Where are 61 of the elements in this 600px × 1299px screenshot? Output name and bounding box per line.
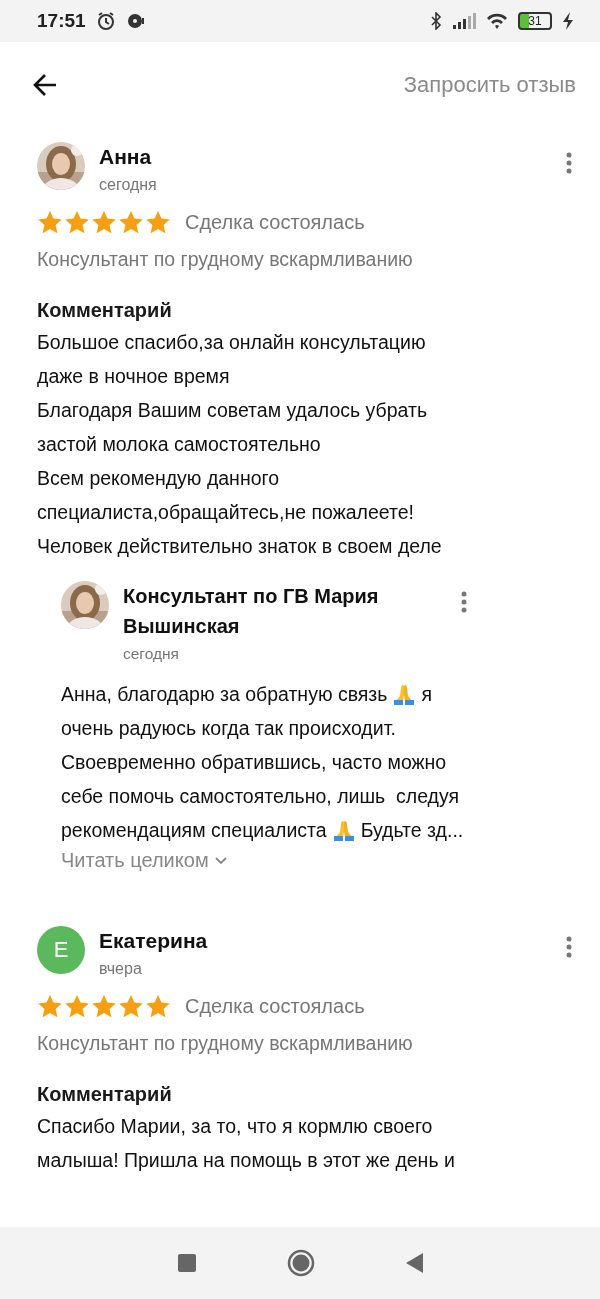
bluetooth-icon bbox=[429, 12, 443, 30]
more-icon bbox=[461, 591, 467, 613]
more-icon bbox=[566, 152, 572, 174]
reply-text: себе помочь самостоятельно, лишь следуя bbox=[61, 784, 460, 809]
comment-heading: Комментарий bbox=[37, 298, 173, 323]
reply-date: сегодня bbox=[123, 644, 180, 664]
category-label: Консультант по грудному вскармливанию bbox=[37, 247, 414, 272]
back-nav-button[interactable] bbox=[405, 1252, 423, 1274]
comment-text: Спасибо Марии, за то, что я кормлю своего bbox=[37, 1114, 434, 1139]
comment-text: Большое спасибо,за онлайн консультацию bbox=[37, 330, 427, 355]
praying-hands-icon bbox=[393, 683, 416, 705]
star-icon bbox=[37, 210, 63, 235]
triangle-icon bbox=[405, 1252, 423, 1274]
comment-heading: Комментарий bbox=[37, 1082, 173, 1107]
charging-icon bbox=[562, 12, 574, 30]
reply-text: Будьте зд... bbox=[360, 818, 464, 843]
clock-time: 17:51 bbox=[37, 10, 86, 32]
author-name: Консультант по ГВ Мария Вышинская bbox=[123, 584, 380, 639]
comment-text: Благодаря Вашим советам удалось убрать bbox=[37, 398, 429, 423]
comment-text: Человек действительно знаток в своем деле bbox=[37, 534, 443, 559]
deal-status: Сделка состоялась bbox=[185, 211, 365, 234]
review-date: вчера bbox=[99, 959, 143, 979]
star-icon bbox=[145, 210, 171, 235]
comment-text: малыша! Пришла на помощь в этот же день и bbox=[37, 1148, 456, 1173]
reply-text: рекомендациям специалиста bbox=[61, 818, 327, 843]
comment-text: специалиста,обращайтесь,не пожалеете! bbox=[37, 500, 415, 525]
read-more-link[interactable]: Читать целиком bbox=[61, 849, 227, 872]
comment-text: Всем рекомендую данного bbox=[37, 466, 281, 491]
request-review-link[interactable]: Запросить отзыв bbox=[403, 72, 576, 98]
deal-status: Сделка состоялась bbox=[185, 995, 365, 1018]
reply-text: я bbox=[421, 682, 433, 707]
star-icon bbox=[64, 994, 90, 1019]
chevron-down-icon bbox=[214, 856, 227, 865]
wifi-icon bbox=[486, 12, 508, 30]
recents-button[interactable] bbox=[177, 1253, 197, 1273]
star-icon bbox=[118, 994, 144, 1019]
star-icon bbox=[145, 994, 171, 1019]
praying-hands-icon bbox=[332, 819, 355, 841]
author-name: Екатерина bbox=[99, 928, 209, 954]
comment-text: застой молока самостоятельно bbox=[37, 432, 322, 457]
star-icon bbox=[91, 210, 117, 235]
home-button[interactable] bbox=[287, 1249, 315, 1277]
avatar-initial: Е bbox=[37, 926, 85, 974]
disc-icon bbox=[125, 11, 145, 31]
more-icon bbox=[566, 936, 572, 958]
reply-text: очень радуюсь когда так происходит. bbox=[61, 716, 396, 741]
comment-text: даже в ночное время bbox=[37, 364, 231, 389]
battery-icon: 31 bbox=[518, 12, 552, 30]
author-name: Анна bbox=[99, 144, 153, 170]
circle-icon bbox=[287, 1249, 315, 1277]
review-date: сегодня bbox=[99, 175, 158, 195]
square-icon bbox=[177, 1253, 197, 1273]
alarm-icon bbox=[95, 11, 116, 31]
star-icon bbox=[37, 994, 63, 1019]
signal-icon bbox=[453, 12, 476, 30]
star-icon bbox=[91, 994, 117, 1019]
category-label: Консультант по грудному вскармливанию bbox=[37, 1031, 414, 1056]
star-icon bbox=[118, 210, 144, 235]
star-icon bbox=[64, 210, 90, 235]
reply-text: Анна, благодарю за обратную связь bbox=[61, 682, 388, 707]
reply-text: Своевременно обратившись, часто можно bbox=[61, 750, 447, 775]
